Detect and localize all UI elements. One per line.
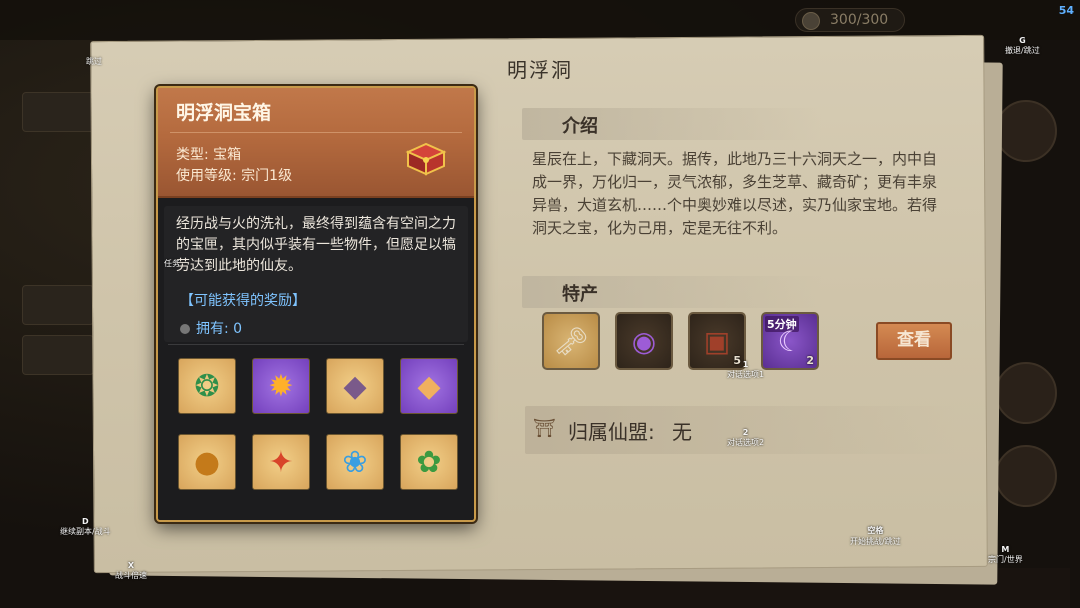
hint-option1: 1 对话选项1 [727,360,764,380]
hint-retreat-label: 撤退/跳过 [1005,46,1040,55]
bg-left-button-2 [22,285,94,325]
item-header: 明浮洞宝箱 类型: 宝箱 使用等级: 宗门1级 [158,88,474,198]
hint-battle-speed-key: X [127,561,135,570]
reward-item[interactable]: ❀ [326,434,384,490]
belonging-label: 归属仙盟: [568,420,655,444]
resource-counter: 300/300 [795,8,905,32]
fire-essence-icon: ✹ [268,368,294,404]
view-button[interactable]: 查看 [876,322,952,360]
crystal-gold-icon: ◆ [343,368,367,404]
banner-icon: ⛩ [533,418,556,439]
hint-start-challenge-label: 开始挑战/跳过 [850,537,901,546]
hint-sect-world-label: 宗门/世界 [988,555,1023,564]
hint-option1-label: 对话选项1 [727,370,765,379]
bg-right-button-1 [995,100,1057,162]
intro-text: 星辰在上，下藏洞天。据传，此地乃三十六洞天之一，内中自成一界，万化归一，灵气浓郁… [532,150,938,237]
specialty-purple-claw[interactable]: 5分钟 ☾ 2 [761,312,819,370]
specialty-count: 2 [806,354,814,367]
specialty-golden-key[interactable]: 🗝 [542,312,600,370]
own-value: 0 [233,321,243,337]
specialty-purple-orb[interactable]: ◉ [615,312,673,370]
bg-right-button-2 [995,362,1057,424]
hint-option1-key: 1 [742,360,749,369]
treasure-chest-icon [405,142,447,176]
reward-item[interactable]: ✹ [252,358,310,414]
hint-continue: D 继续副本/战斗 [60,517,111,537]
own-dot-icon [180,324,190,334]
resource-gem-icon [802,12,820,30]
own-row: 拥有: 0 [180,318,242,338]
item-level-value: 宗门1级 [241,168,293,184]
hint-sect-world: M 宗门/世界 [988,545,1023,565]
hint-task: 任务 [164,258,180,269]
hint-start-challenge-key: 空格 [867,526,884,535]
reward-item[interactable]: ❂ [178,358,236,414]
top-bar [0,0,1080,40]
jade-pendant-icon: ❂ [194,368,220,404]
hint-retreat: G 撤退/跳过 [1005,36,1040,56]
hint-continue-key: D [82,517,89,526]
resource-counter-value: 300/300 [830,12,889,28]
intro-label: 介绍 [562,116,598,137]
item-level-label: 使用等级: [176,168,237,184]
specialty-label: 特产 [562,284,598,305]
fps-counter: 54 [1058,4,1074,17]
reward-item[interactable]: ● [178,434,236,490]
reward-title: 【可能获得的奖励】 [180,293,306,309]
purple-orb-icon: ◉ [631,324,657,358]
hint-option2-key: 2 [742,428,749,437]
window-title: 明浮洞 [507,58,573,82]
golden-fruit-icon: ● [193,444,221,480]
ice-lotus-icon: ❀ [342,444,368,480]
own-label: 拥有: [196,321,229,337]
reward-item[interactable]: ◆ [326,358,384,414]
hint-battle-speed: X 战斗倍速 [115,561,147,581]
item-detail-panel: 明浮洞宝箱 类型: 宝箱 使用等级: 宗门1级 经历战与火的洗礼，最终得到蕴含有… [156,86,476,522]
crystal-purple-icon: ◆ [417,368,441,404]
bg-right-button-3 [995,445,1057,507]
header-divider [170,132,462,133]
hint-skip-label: 跳过 [86,57,102,66]
reward-item[interactable]: ✦ [252,434,310,490]
bg-left-button-1 [22,92,94,132]
hint-retreat-key: G [1019,36,1026,45]
item-description: 经历战与火的洗礼，最终得到蕴含有空间之力的宝匣，其内似乎装有一些物件，但愿足以犒… [176,216,456,274]
hint-skip: 跳过 [86,56,102,67]
item-type-label: 类型: [176,147,209,163]
item-name: 明浮洞宝箱 [176,102,272,124]
hint-task-label: 任务 [164,259,180,268]
item-type-row: 类型: 宝箱 [176,144,241,164]
item-level-row: 使用等级: 宗门1级 [176,165,292,185]
reward-item[interactable]: ◆ [400,358,458,414]
belonging-value: 无 [672,420,692,444]
item-type-value: 宝箱 [213,147,242,163]
hint-start-challenge: 空格 开始挑战/跳过 [850,525,901,547]
bg-left-button-3 [22,335,94,375]
hint-continue-label: 继续副本/战斗 [60,527,111,536]
reward-item[interactable]: ✿ [400,434,458,490]
hint-option2-label: 对话选项2 [727,438,765,447]
flame-seed-icon: ✦ [268,444,294,480]
green-gourd-icon: ✿ [416,444,442,480]
hint-sect-world-key: M [1001,545,1010,554]
hint-option2: 2 对话选项2 [727,428,764,448]
golden-key-icon: 🗝 [553,324,589,358]
reward-divider [168,344,464,345]
hint-battle-speed-label: 战斗倍速 [115,571,147,580]
